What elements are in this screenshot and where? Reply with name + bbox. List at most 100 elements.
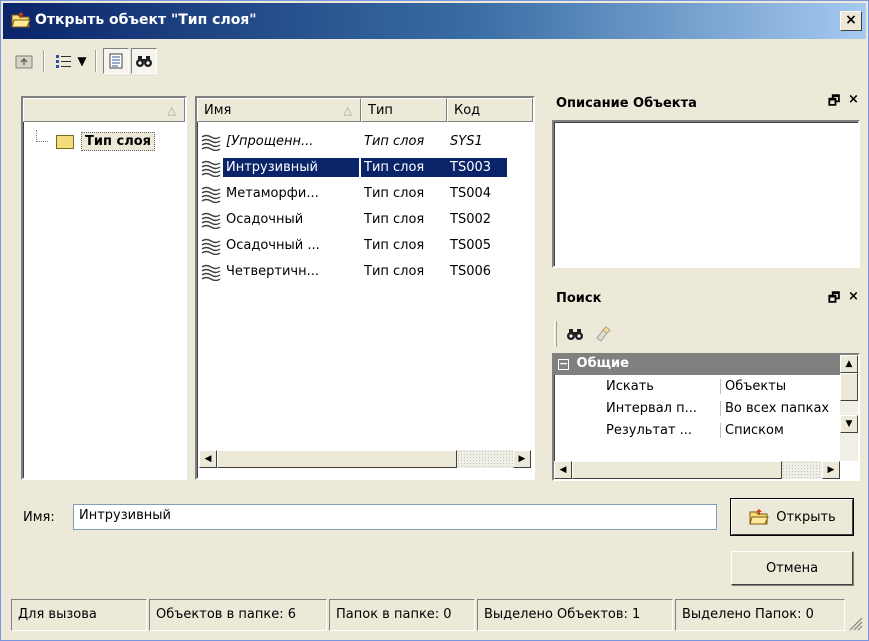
toolbar: ▼ bbox=[7, 48, 407, 78]
list-item-code: TS006 bbox=[450, 264, 492, 279]
list-item-name: Осадочный bbox=[226, 212, 304, 227]
sort-arrow-icon: △ bbox=[167, 104, 176, 117]
search-property-grid[interactable]: − Общие Искать Объекты Интервал п... Во все… bbox=[552, 353, 860, 481]
tree-connector bbox=[36, 130, 48, 142]
list-item[interactable]: Четвертичн... Тип слоя TS006 bbox=[201, 260, 527, 286]
list-horizontal-scrollbar[interactable]: ◀ ▶ bbox=[199, 450, 531, 468]
list-item-code: TS004 bbox=[450, 186, 492, 201]
scroll-right-button[interactable]: ▶ bbox=[513, 450, 531, 468]
up-folder-button[interactable] bbox=[11, 48, 37, 74]
scroll-left-button[interactable]: ◀ bbox=[199, 450, 217, 468]
list-item-type: Тип слоя bbox=[364, 264, 425, 279]
list-item-type: Тип слоя bbox=[364, 238, 425, 253]
group-collapse-toggle[interactable]: − bbox=[558, 358, 569, 370]
column-header-name-label: Имя bbox=[204, 103, 232, 118]
column-header-code[interactable]: Код bbox=[447, 98, 533, 122]
binoculars-icon bbox=[567, 329, 583, 340]
float-panel-icon[interactable]: 🗗 bbox=[828, 92, 840, 114]
window-title: Открыть объект "Тип слоя" bbox=[35, 12, 257, 28]
status-selected-folders: Выделено Папок: 0 bbox=[675, 599, 845, 631]
property-value[interactable]: Списком bbox=[720, 423, 854, 438]
close-panel-icon[interactable]: × bbox=[848, 92, 859, 107]
property-key: Искать bbox=[606, 379, 654, 394]
open-button[interactable]: Открыть bbox=[730, 498, 854, 536]
open-folder-icon bbox=[11, 12, 31, 28]
search-toggle-button[interactable] bbox=[131, 48, 157, 74]
view-mode-button[interactable] bbox=[51, 48, 77, 74]
group-label: Общие bbox=[576, 356, 629, 371]
list-item[interactable]: Интрузивный Тип слоя TS003 bbox=[201, 156, 527, 182]
property-row[interactable]: Результат ... Списком bbox=[554, 421, 840, 443]
find-button[interactable] bbox=[562, 321, 588, 347]
property-value[interactable]: Во всех папках bbox=[720, 401, 854, 416]
layer-type-icon bbox=[201, 238, 221, 255]
scroll-track[interactable] bbox=[782, 461, 822, 479]
status-selected-objects: Выделено Объектов: 1 bbox=[477, 599, 673, 631]
close-panel-icon[interactable]: × bbox=[848, 289, 859, 304]
binoculars-icon bbox=[136, 56, 152, 67]
scroll-thumb[interactable] bbox=[572, 461, 782, 479]
sort-arrow-icon: △ bbox=[343, 104, 352, 117]
property-vertical-scrollbar[interactable]: ▲ ▼ bbox=[840, 355, 858, 461]
layer-type-icon bbox=[201, 264, 221, 281]
close-button[interactable]: × bbox=[840, 11, 862, 31]
details-view-icon bbox=[56, 55, 71, 68]
property-value[interactable]: Объекты bbox=[720, 379, 854, 394]
open-button-label: Открыть bbox=[776, 509, 836, 525]
object-list[interactable]: Имя △ Тип Код [Упрощенн... Тип слоя SYS1 Ин… bbox=[195, 96, 535, 480]
column-header-type[interactable]: Тип bbox=[361, 98, 447, 122]
name-field-label: Имя: bbox=[23, 510, 55, 525]
cancel-button[interactable]: Отмена bbox=[731, 551, 853, 585]
list-item-code: TS005 bbox=[450, 238, 492, 253]
list-item-type: Тип слоя bbox=[361, 158, 447, 177]
layer-type-icon bbox=[201, 134, 221, 151]
description-panel-title: Описание Объекта bbox=[556, 96, 697, 111]
status-folders-in-folder: Папок в папке: 0 bbox=[329, 599, 475, 631]
list-item-code: SYS1 bbox=[450, 134, 483, 149]
resize-grip-icon[interactable] bbox=[847, 615, 863, 631]
scroll-left-button[interactable]: ◀ bbox=[554, 461, 572, 479]
eraser-icon bbox=[596, 326, 611, 342]
folder-tree[interactable]: △ Тип слоя bbox=[21, 96, 187, 480]
scroll-right-button[interactable]: ▶ bbox=[822, 461, 840, 479]
toolbar-grip bbox=[554, 321, 557, 347]
scroll-up-button[interactable]: ▲ bbox=[840, 355, 858, 373]
property-row[interactable]: Искать Объекты bbox=[554, 377, 840, 399]
tree-column-header[interactable]: △ bbox=[23, 98, 185, 122]
list-item-name: Четвертичн... bbox=[226, 264, 319, 279]
scroll-track[interactable] bbox=[457, 450, 513, 468]
property-key: Результат ... bbox=[606, 423, 693, 438]
layer-type-icon bbox=[201, 160, 221, 177]
toolbar-separator bbox=[95, 50, 97, 72]
layer-type-icon bbox=[201, 186, 221, 203]
property-grid-content: − Общие Искать Объекты Интервал п... Во все… bbox=[554, 355, 840, 461]
list-item[interactable]: Осадочный Тип слоя TS002 bbox=[201, 208, 527, 234]
column-header-name[interactable]: Имя △ bbox=[197, 98, 361, 122]
clear-search-button[interactable] bbox=[590, 321, 616, 347]
view-mode-dropdown[interactable]: ▼ bbox=[75, 48, 89, 74]
layer-type-icon bbox=[201, 212, 221, 229]
name-input[interactable]: Интрузивный bbox=[73, 504, 717, 530]
search-panel: Поиск 🗗 × − Общие Искать Объекты Интерва… bbox=[548, 283, 864, 483]
up-folder-icon bbox=[15, 55, 33, 69]
scroll-down-button[interactable]: ▼ bbox=[840, 415, 858, 433]
folder-icon bbox=[56, 135, 74, 149]
tree-node-layer-type[interactable]: Тип слоя bbox=[81, 132, 155, 151]
status-hint: Для вызова bbox=[11, 599, 147, 631]
list-item-code: TS003 bbox=[447, 158, 507, 177]
list-item-type: Тип слоя bbox=[364, 134, 425, 149]
list-item[interactable]: Осадочный ... Тип слоя TS005 bbox=[201, 234, 527, 260]
float-panel-icon[interactable]: 🗗 bbox=[828, 289, 840, 311]
scroll-thumb[interactable] bbox=[840, 373, 858, 401]
list-item[interactable]: Метаморфи... Тип слоя TS004 bbox=[201, 182, 527, 208]
description-toggle-button[interactable] bbox=[103, 48, 129, 74]
document-icon bbox=[109, 53, 123, 69]
property-group-general[interactable]: − Общие bbox=[554, 355, 840, 375]
scroll-thumb[interactable] bbox=[217, 450, 457, 468]
list-item-type: Тип слоя bbox=[364, 212, 425, 227]
list-item[interactable]: [Упрощенн... Тип слоя SYS1 bbox=[201, 130, 527, 156]
title-bar: Открыть объект "Тип слоя" × bbox=[3, 3, 866, 39]
property-horizontal-scrollbar[interactable]: ◀ ▶ bbox=[554, 461, 840, 479]
property-row[interactable]: Интервал п... Во всех папках bbox=[554, 399, 840, 421]
description-panel: Описание Объекта 🗗 × bbox=[548, 88, 864, 274]
